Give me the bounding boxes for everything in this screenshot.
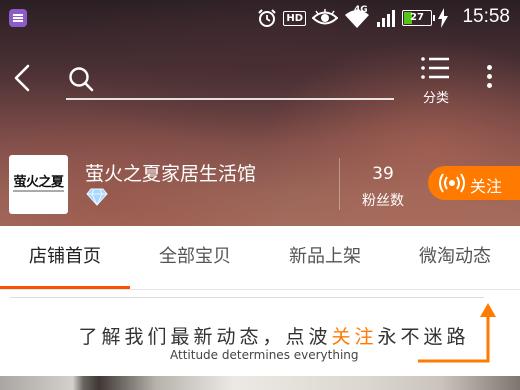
arrow-up-icon — [418, 303, 496, 363]
shop-photo-strip — [0, 376, 520, 390]
broadcast-icon — [439, 173, 465, 193]
chevron-left-icon — [14, 64, 30, 92]
search-icon — [69, 67, 94, 92]
category-label: 分类 — [422, 91, 449, 106]
hd-icon: HD — [283, 10, 306, 26]
category-button[interactable]: 分类 — [412, 54, 460, 108]
charging-icon — [438, 8, 448, 28]
tab-all-items[interactable]: 全部宝贝 — [130, 226, 260, 290]
active-tab-indicator — [0, 286, 130, 289]
clock: 15:58 — [462, 6, 510, 27]
banner-highlight: 关注 — [331, 326, 378, 348]
wifi-icon: 4G — [344, 5, 370, 28]
tab-weitao-feed[interactable]: 微淘动态 — [390, 226, 520, 290]
eye-icon — [312, 9, 338, 25]
fans-label: 粉丝数 — [362, 193, 404, 209]
diamond-icon — [86, 188, 108, 206]
follow-banner: 了解我们最新动态，点波关注永不迷路 Attitude determines ev… — [0, 290, 520, 376]
search-bar[interactable] — [66, 58, 394, 100]
shop-name: 萤火之夏家居生活馆 — [85, 163, 257, 185]
more-button[interactable] — [478, 62, 502, 92]
search-input[interactable] — [102, 64, 382, 92]
shop-divider — [339, 158, 340, 210]
tab-home[interactable]: 店铺首页 — [0, 226, 130, 290]
banner-subtitle: Attitude determines everything — [170, 348, 359, 362]
signal-icon — [377, 10, 395, 27]
shop-tabs: 店铺首页 全部宝贝 新品上架 微淘动态 — [0, 226, 520, 290]
shop-logo[interactable]: 萤火之夏 — [9, 155, 68, 214]
tab-new-arrivals[interactable]: 新品上架 — [260, 226, 390, 290]
alarm-icon — [258, 9, 277, 27]
follow-label: 关注 — [470, 177, 503, 196]
fans-count: 39 — [372, 164, 394, 184]
status-icons: HD 4G 27 — [257, 5, 448, 29]
back-button[interactable] — [8, 58, 42, 98]
shop-logo-underline — [13, 190, 64, 192]
follow-button[interactable]: 关注 — [428, 166, 520, 200]
list-icon — [421, 57, 449, 79]
battery-icon: 27 — [402, 10, 435, 26]
app-notification-icon — [9, 9, 27, 27]
shop-logo-text: 萤火之夏 — [13, 175, 64, 190]
status-bar: HD 4G 27 15:58 — [0, 0, 520, 36]
